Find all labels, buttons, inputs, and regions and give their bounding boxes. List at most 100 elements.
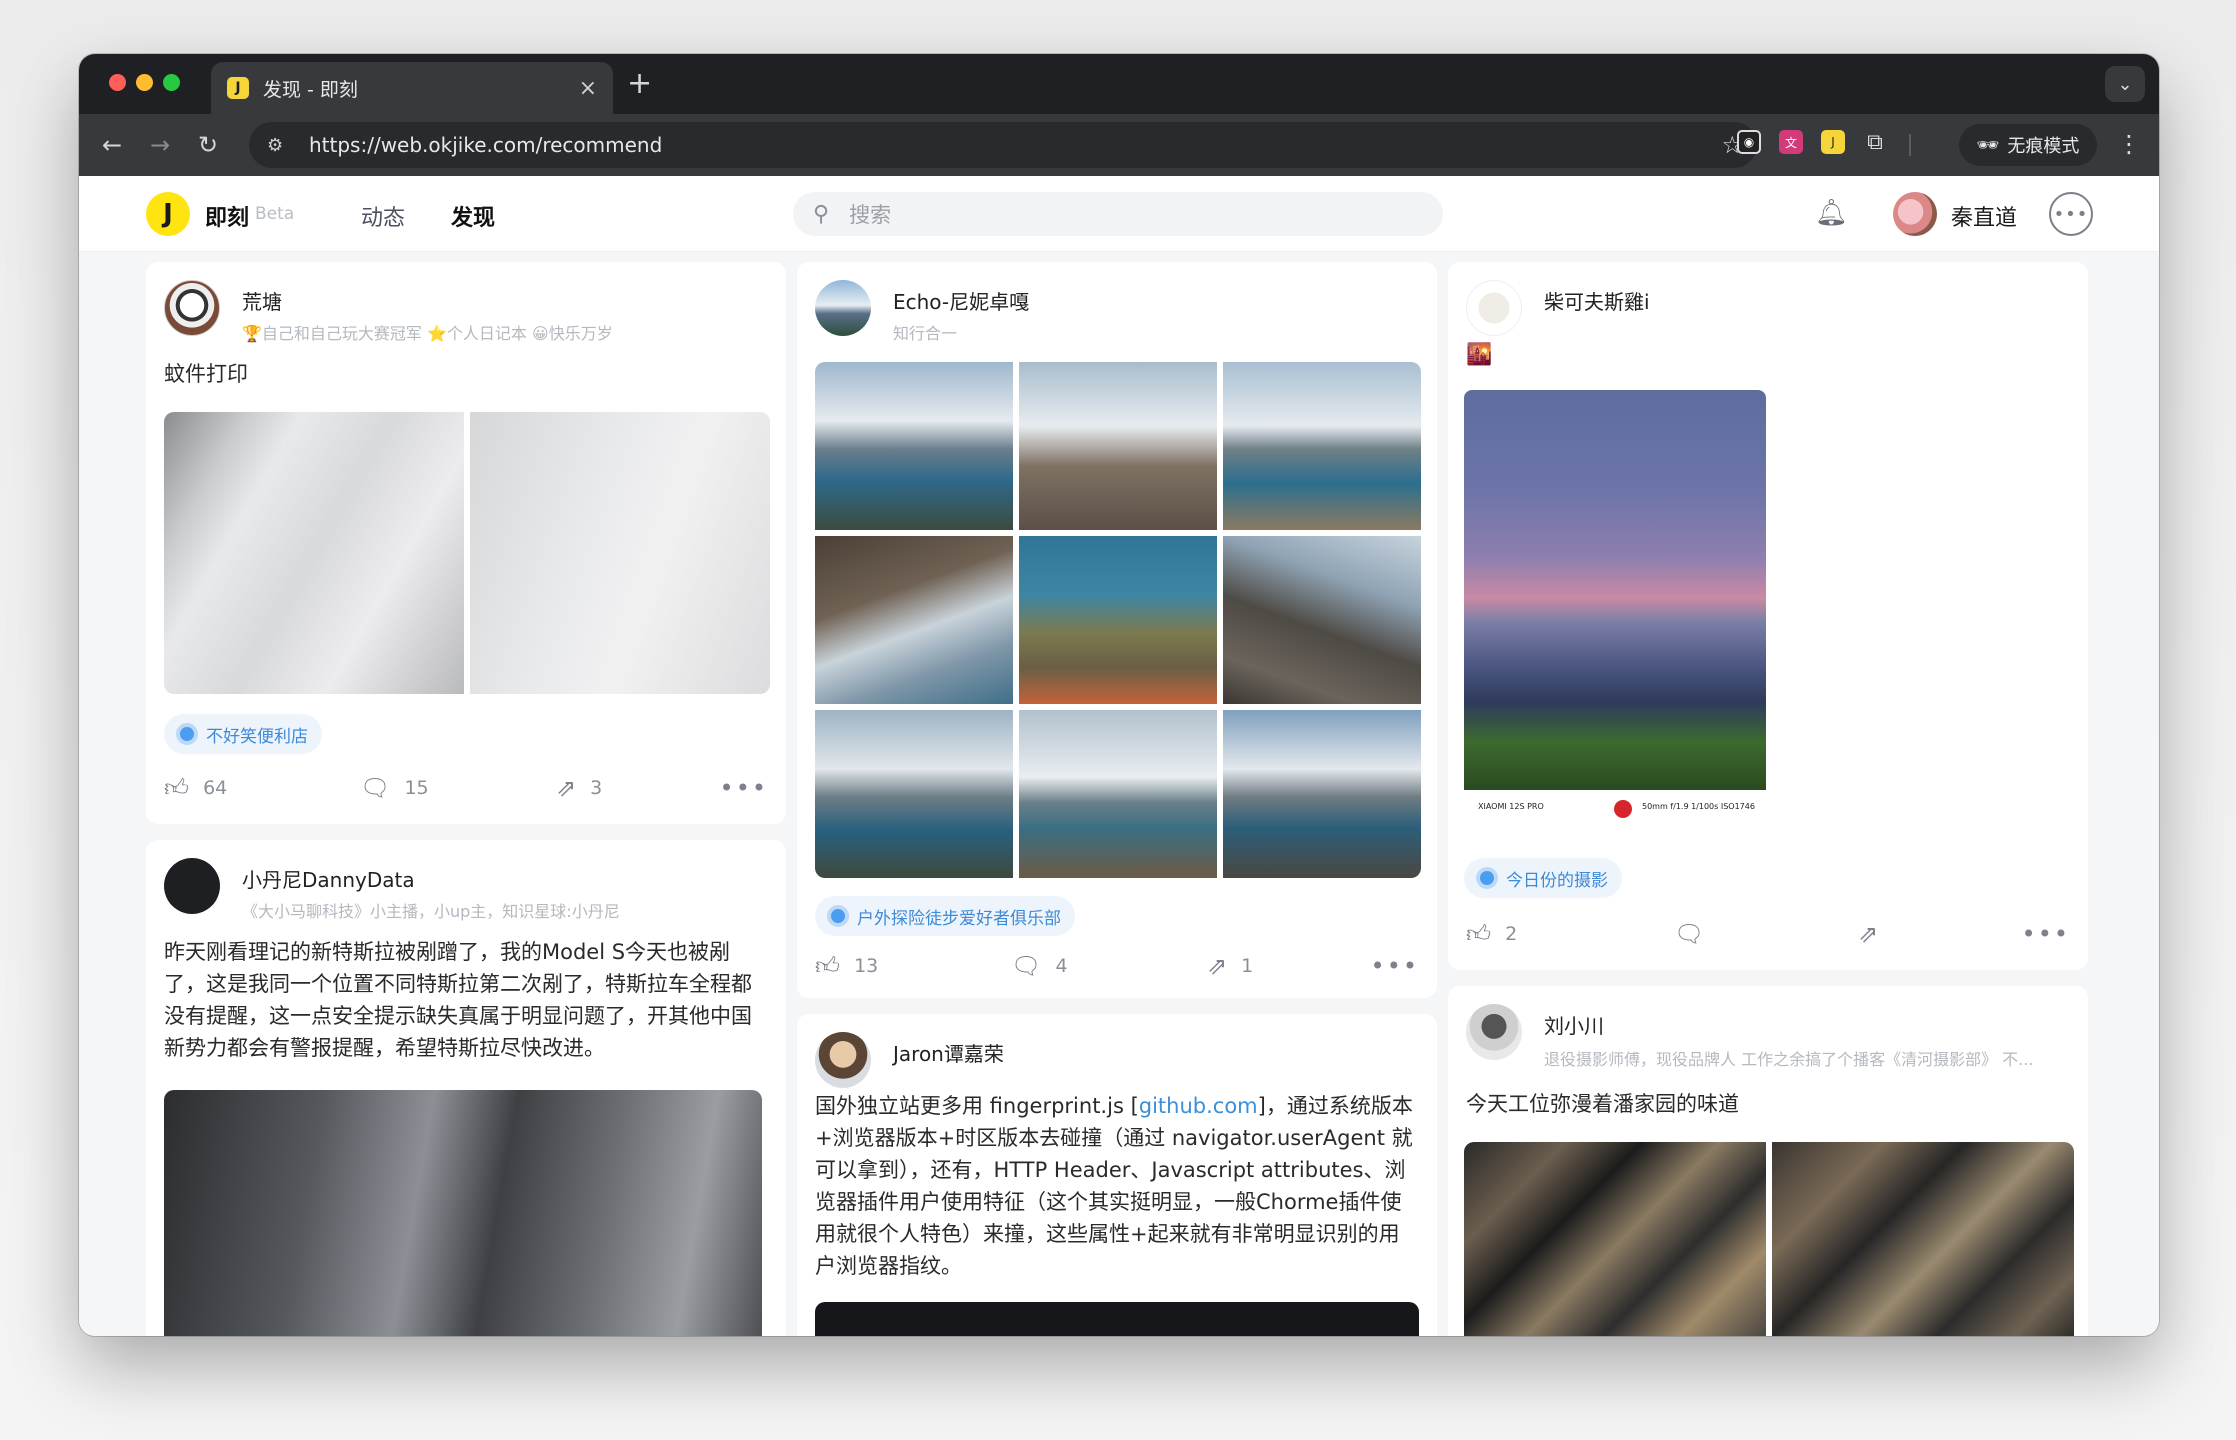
address-bar[interactable]: ⚙ https://web.okjike.com/recommend ☆: [249, 122, 1757, 168]
more-icon[interactable]: •••: [1371, 952, 1419, 980]
like-button[interactable]: 👍︎ 2: [1466, 920, 1674, 949]
tab-close-icon[interactable]: ×: [579, 76, 597, 101]
topic-label: 户外探险徒步爱好者俱乐部: [857, 908, 1061, 929]
topic-tag[interactable]: 不好笑便利店: [164, 714, 322, 754]
comment-icon: 🗨︎: [1011, 952, 1042, 980]
gallery-image[interactable]: [815, 710, 1013, 878]
photo-exif-params: 50mm f/1.9 1/100s ISO1746: [1642, 802, 1755, 811]
like-button[interactable]: 👍︎ 13: [815, 952, 1011, 981]
search-input[interactable]: ⚲ 搜索: [793, 192, 1443, 236]
post-avatar[interactable]: [164, 280, 220, 336]
share-button[interactable]: ⇗: [1858, 920, 1878, 948]
comment-count: 15: [404, 777, 429, 799]
post-image[interactable]: [470, 412, 770, 694]
post-image[interactable]: [1464, 1142, 1766, 1336]
post-author-bio: 🏆自己和自己玩大赛冠军 ⭐个人日记本 😀快乐万岁: [242, 324, 613, 343]
post-card[interactable]: 刘小川 退役摄影师傅，现役品牌人 工作之余搞了个播客《清河摄影部》 不... 今…: [1448, 986, 2088, 1336]
topic-icon: [1476, 867, 1498, 889]
post-author[interactable]: 小丹尼DannyData: [242, 864, 415, 893]
post-text-part: ]，通过系统版本+浏览器版本+时区版本去碰撞（通过 navigator.user…: [815, 1094, 1413, 1278]
topic-label: 今日份的摄影: [1506, 870, 1608, 891]
share-count: 1: [1241, 955, 1254, 977]
gallery-image[interactable]: [1019, 362, 1217, 530]
post-image[interactable]: [1772, 1142, 2074, 1336]
post-image[interactable]: [815, 1302, 1419, 1336]
incognito-icon: 🕶: [1976, 134, 2000, 156]
thumbs-up-icon: 👍︎: [164, 773, 190, 802]
browser-menu-icon[interactable]: ⋮: [2117, 130, 2141, 158]
thumbs-up-icon: 👍︎: [1466, 919, 1492, 948]
forward-arrow-icon[interactable]: →: [143, 128, 177, 162]
post-author[interactable]: 刘小川: [1544, 1010, 1604, 1039]
extension-glasses-icon[interactable]: ◉: [1737, 130, 1761, 154]
post-author[interactable]: Jaron谭嘉荣: [893, 1038, 1004, 1067]
gallery-image[interactable]: [1019, 710, 1217, 878]
jike-favicon-icon: J: [227, 77, 249, 99]
like-button[interactable]: 👍︎ 64: [164, 774, 360, 803]
post-avatar[interactable]: [815, 1032, 871, 1088]
jike-logo-icon[interactable]: J: [146, 192, 190, 236]
user-name[interactable]: 秦直道: [1951, 200, 2017, 232]
post-actions: 👍︎ 2 🗨︎ ⇗ •••: [1466, 918, 2070, 950]
topic-tag[interactable]: 户外探险徒步爱好者俱乐部: [815, 896, 1075, 936]
post-card[interactable]: 柴可夫斯雞i 🌇 XIAOMI 12S PRO 50mm f/1.9 1/100…: [1448, 262, 2088, 970]
post-card[interactable]: 荒塘 🏆自己和自己玩大赛冠军 ⭐个人日记本 😀快乐万岁 蚊件打印 不好笑便利店 …: [146, 262, 786, 824]
post-image[interactable]: [164, 1090, 762, 1336]
post-actions: 👍︎ 13 🗨︎ 4 ⇗ 1 •••: [815, 950, 1419, 982]
comment-count: 4: [1055, 955, 1068, 977]
tab-search-chevron-icon[interactable]: ⌄: [2105, 66, 2145, 102]
gallery-image[interactable]: [1223, 710, 1421, 878]
comment-button[interactable]: 🗨︎: [1674, 920, 1858, 948]
post-avatar[interactable]: [1466, 1004, 1522, 1060]
post-avatar[interactable]: [164, 858, 220, 914]
search-placeholder: 搜索: [849, 203, 892, 227]
share-icon: ⇗: [556, 774, 577, 802]
reload-icon[interactable]: ↻: [191, 128, 225, 162]
address-url[interactable]: https://web.okjike.com/recommend: [309, 133, 1757, 157]
more-options-icon[interactable]: •••: [2049, 192, 2093, 236]
active-tab[interactable]: J 发现 - 即刻 ×: [211, 62, 613, 114]
post-text-part: 国外独立站更多用 fingerprint.js [: [815, 1094, 1139, 1118]
gallery-image[interactable]: [815, 536, 1013, 704]
gallery-image[interactable]: [1223, 536, 1421, 704]
post-card[interactable]: Jaron谭嘉荣 国外独立站更多用 fingerprint.js [github…: [797, 1014, 1437, 1336]
close-window-button[interactable]: [109, 74, 126, 91]
nav-feed-link[interactable]: 动态: [361, 200, 405, 232]
gallery-image[interactable]: [1019, 536, 1217, 704]
post-author[interactable]: 荒塘: [242, 286, 282, 315]
extension-jike-icon[interactable]: J: [1821, 130, 1845, 154]
more-icon[interactable]: •••: [720, 774, 768, 802]
post-author[interactable]: 柴可夫斯雞i: [1544, 286, 1650, 315]
comment-button[interactable]: 🗨︎ 15: [360, 774, 556, 802]
back-arrow-icon[interactable]: ←: [95, 128, 129, 162]
gallery-image[interactable]: [815, 362, 1013, 530]
post-image[interactable]: [1464, 390, 1766, 790]
maximize-window-button[interactable]: [163, 74, 180, 91]
new-tab-button[interactable]: +: [627, 66, 652, 102]
share-button[interactable]: ⇗ 1: [1207, 952, 1253, 980]
incognito-indicator[interactable]: 🕶 无痕模式: [1959, 124, 2097, 166]
notification-bell-icon[interactable]: 🔔︎: [1815, 198, 1848, 228]
post-card[interactable]: 小丹尼DannyData 《大小马聊科技》小主播，小up主，知识星球:小丹尼 昨…: [146, 840, 786, 1336]
share-button[interactable]: ⇗ 3: [556, 774, 602, 802]
extensions-puzzle-icon[interactable]: ⧉: [1863, 130, 1887, 155]
user-avatar[interactable]: [1893, 192, 1937, 236]
post-avatar[interactable]: [815, 280, 871, 336]
github-link[interactable]: github.com: [1139, 1094, 1258, 1118]
more-icon[interactable]: •••: [2022, 920, 2070, 948]
extension-translate-icon[interactable]: 文: [1779, 130, 1803, 154]
minimize-window-button[interactable]: [136, 74, 153, 91]
nav-discover-link[interactable]: 发现: [451, 200, 495, 232]
topic-tag[interactable]: 今日份的摄影: [1464, 858, 1622, 898]
gallery-image[interactable]: [1223, 362, 1421, 530]
post-card[interactable]: Echo-尼妮卓嘎 知行合一 户外探险徒步爱好者俱乐部 👍︎ 13 🗨︎ 4 ⇗ 1 …: [797, 262, 1437, 998]
post-text: 昨天刚看理记的新特斯拉被剐蹭了，我的Model S今天也被剐了，这是我同一个位置…: [164, 940, 752, 1060]
brand-name[interactable]: 即刻: [205, 200, 249, 232]
post-image[interactable]: [164, 412, 464, 694]
discover-feed: 荒塘 🏆自己和自己玩大赛冠军 ⭐个人日记本 😀快乐万岁 蚊件打印 不好笑便利店 …: [79, 252, 2159, 1336]
site-settings-icon[interactable]: ⚙: [267, 135, 291, 156]
post-author[interactable]: Echo-尼妮卓嘎: [893, 286, 1029, 315]
post-avatar[interactable]: [1466, 280, 1522, 336]
browser-toolbar: ← → ↻ ⚙ https://web.okjike.com/recommend…: [79, 114, 2159, 176]
comment-button[interactable]: 🗨︎ 4: [1011, 952, 1207, 980]
